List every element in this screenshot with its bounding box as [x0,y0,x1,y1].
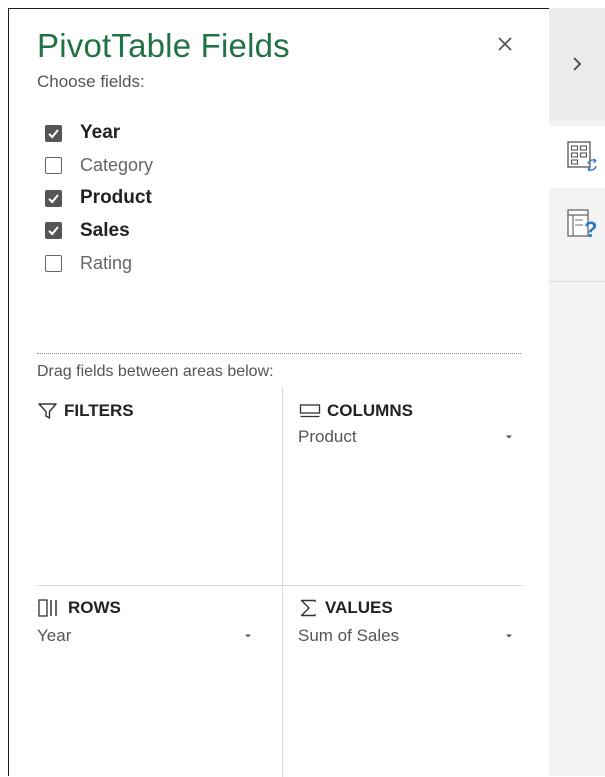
columns-icon [299,404,321,418]
values-field-label: Sum of Sales [298,626,400,645]
filters-area-header: FILTERS [37,401,134,421]
checkmark-icon [48,226,59,236]
field-label: Rating [80,252,133,273]
right-rail: ? [549,8,605,776]
checkmark-icon [48,194,59,204]
field-list-tab[interactable] [549,126,605,188]
field-item-category[interactable]: Category [45,150,153,183]
checkbox-checked[interactable] [45,189,62,207]
checkbox-unchecked[interactable] [45,157,62,175]
rows-icon [38,599,57,617]
areas-horizontal-divider [37,585,523,586]
field-item-rating[interactable]: Rating [45,247,153,280]
field-label: Product [80,187,152,209]
field-label: Year [80,122,121,144]
areas-vertical-divider [282,387,283,777]
sigma-icon [300,599,316,617]
field-item-sales[interactable]: Sales [45,215,153,248]
columns-field-label: Product [298,427,357,446]
field-list-help-tab[interactable]: ? [549,192,605,254]
chevron-down-icon[interactable] [504,432,514,442]
expand-pane-button[interactable] [549,8,605,120]
checkbox-unchecked[interactable] [45,254,62,272]
values-label: VALUES [325,598,393,617]
rows-field-label: Year [37,626,72,645]
pane-divider [37,353,521,354]
values-area-header: VALUES [298,598,393,618]
checkmark-icon [48,129,59,139]
chevron-down-icon[interactable] [243,631,253,641]
rows-field-year[interactable]: Year [37,624,253,648]
close-button[interactable] [492,31,518,57]
rows-area-header: ROWS [37,598,121,618]
rail-divider [549,281,605,282]
chevron-down-icon[interactable] [504,631,514,641]
field-item-year[interactable]: Year [45,117,153,150]
close-icon [498,37,512,51]
columns-label: COLUMNS [327,401,413,420]
rows-label: ROWS [68,598,121,617]
checkbox-checked[interactable] [45,222,62,240]
field-item-product[interactable]: Product [45,182,153,215]
field-label: Category [80,155,154,176]
field-list: Year Category Product Sales Rating [45,117,153,280]
chevron-right-icon [573,57,582,71]
filter-icon [38,403,57,419]
columns-area-header: COLUMNS [298,401,413,421]
field-list-icon [567,141,597,172]
field-list-help-icon: ? [567,209,597,242]
field-label: Sales [80,219,130,241]
svg-text:?: ? [584,217,597,242]
pivottable-fields-pane: PivotTable Fields Choose fields: Year Ca… [8,8,549,777]
choose-fields-label: Choose fields: [37,72,145,91]
pane-title: PivotTable Fields [37,27,290,64]
values-field-sum-of-sales[interactable]: Sum of Sales [298,624,514,648]
columns-field-product[interactable]: Product [298,425,514,449]
filters-label: FILTERS [64,401,134,420]
drag-hint-text: Drag fields between areas below: [37,363,274,380]
checkbox-checked[interactable] [45,124,62,142]
